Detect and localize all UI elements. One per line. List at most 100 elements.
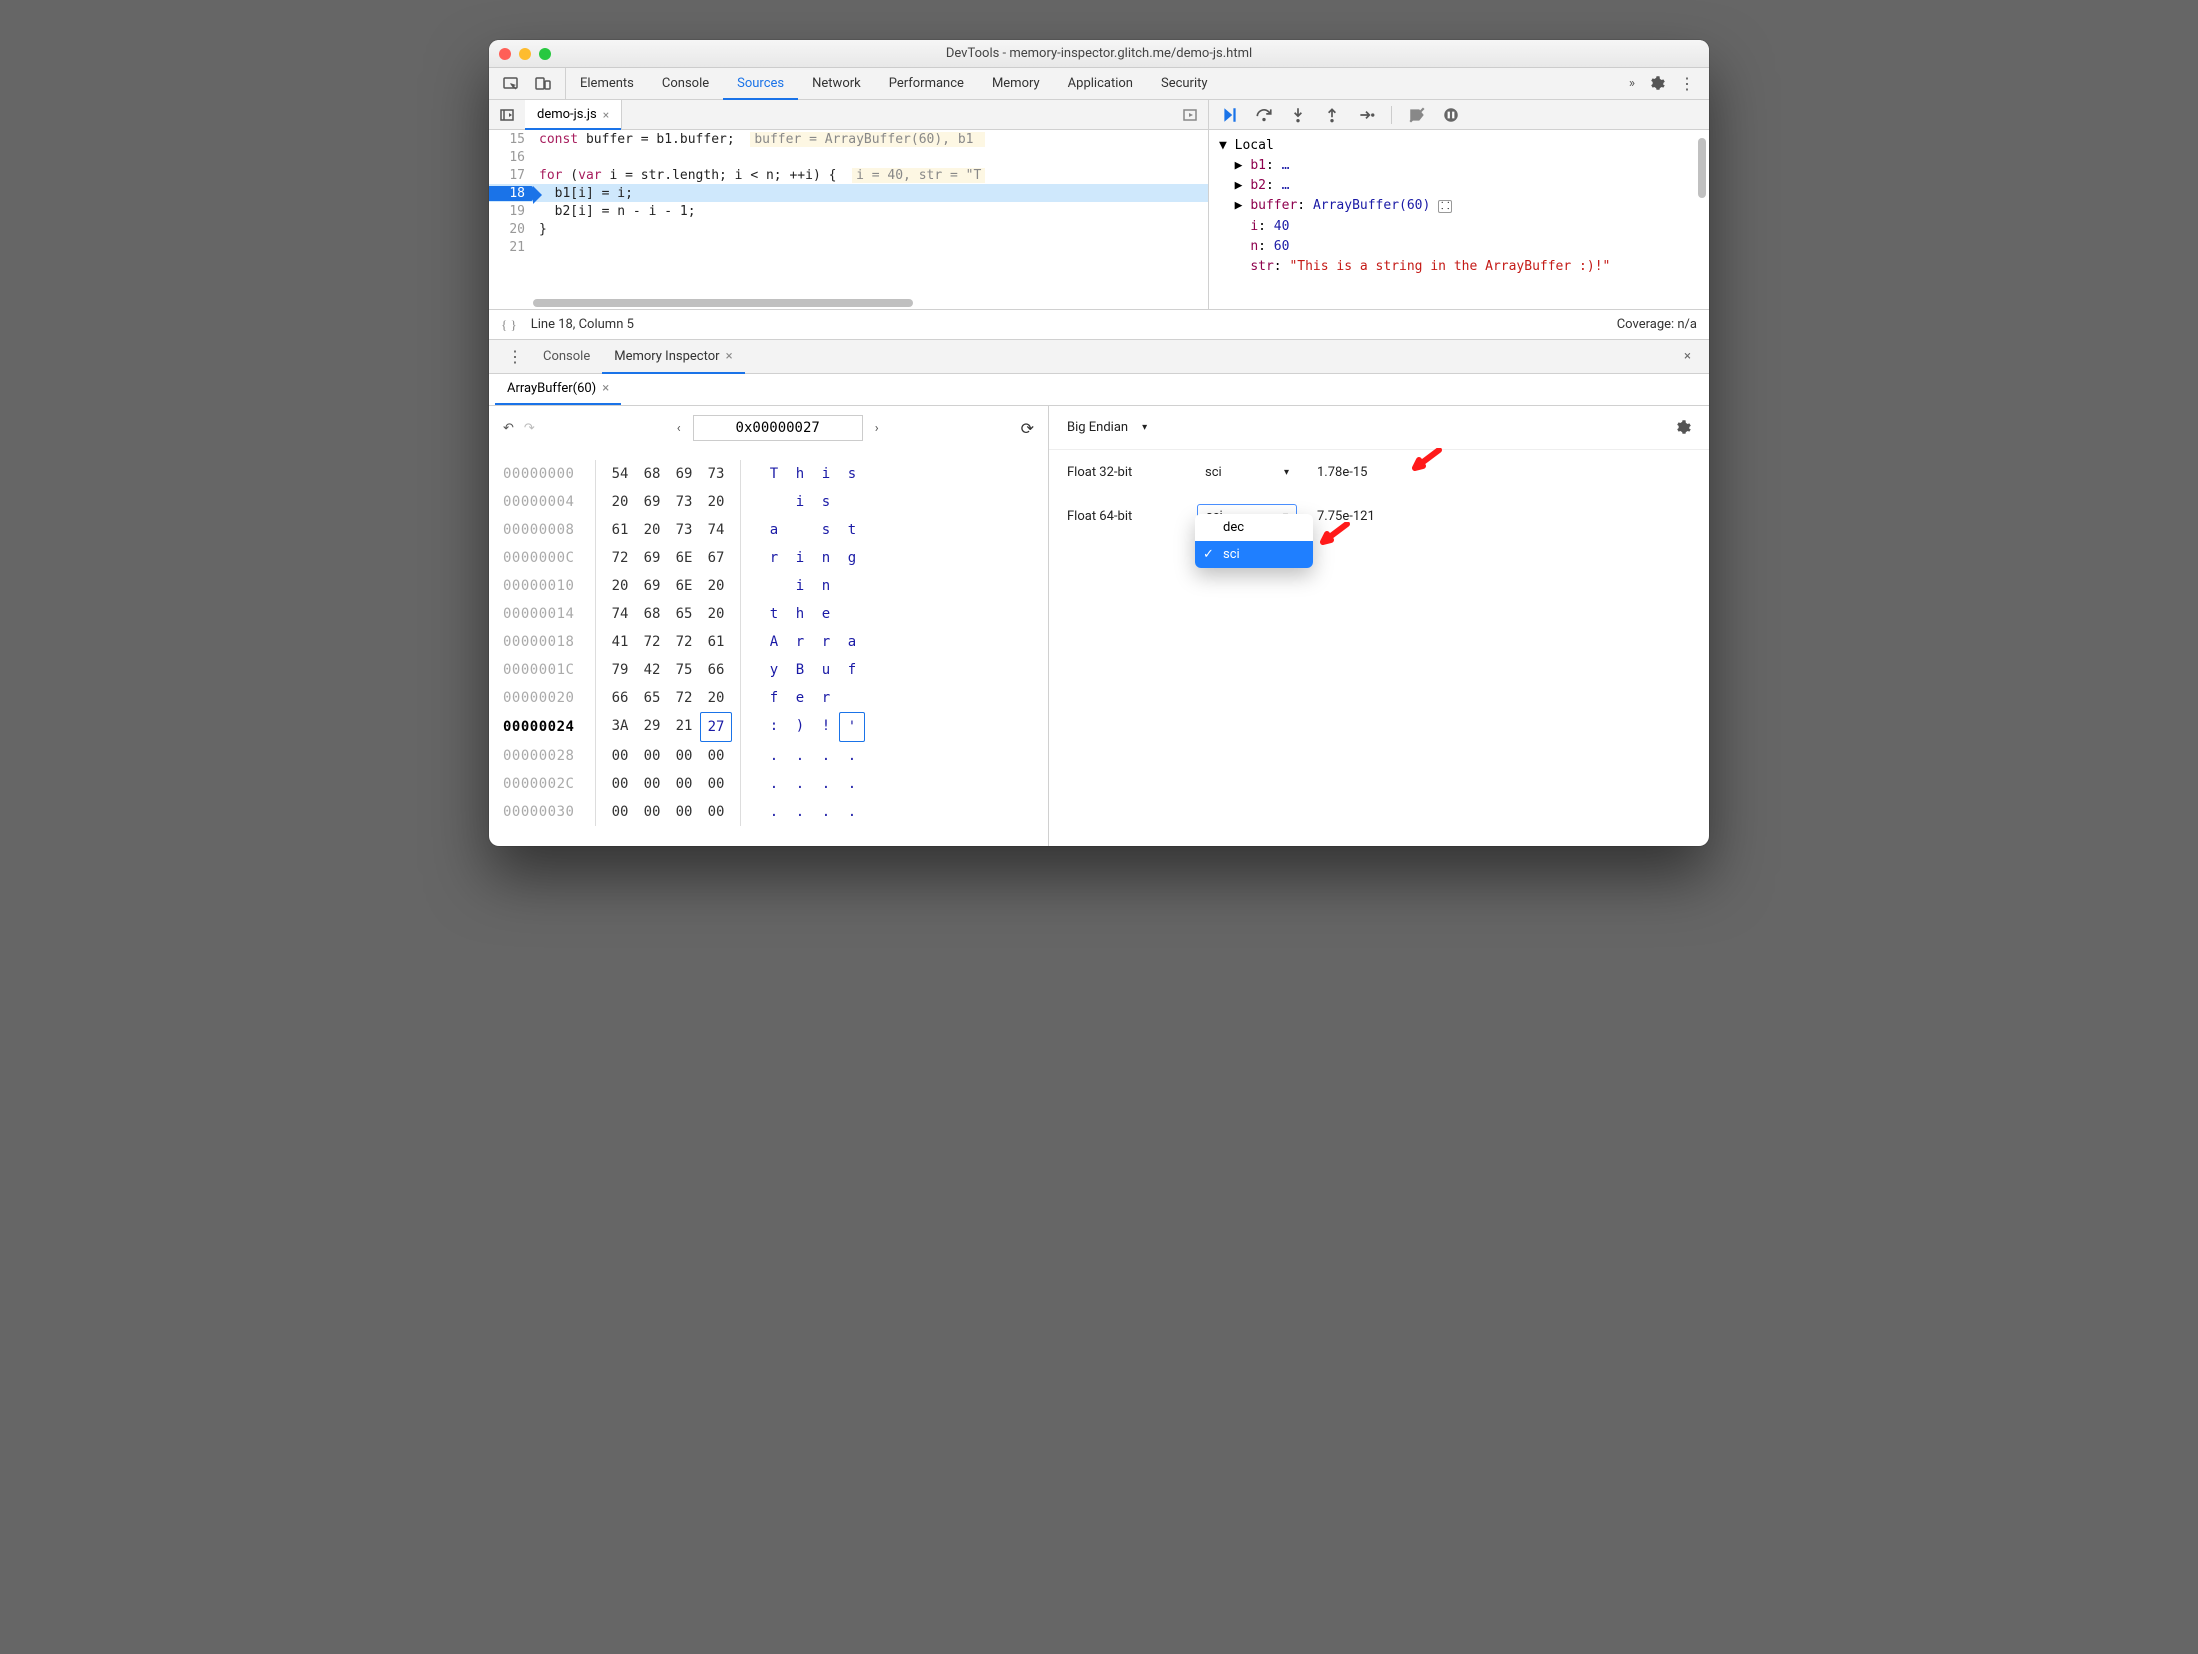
- hex-byte[interactable]: 66: [604, 684, 636, 712]
- hex-byte[interactable]: 00: [700, 742, 732, 770]
- ascii-char[interactable]: [839, 488, 865, 516]
- drawer-menu-icon[interactable]: ⋮: [499, 347, 531, 366]
- drawer-tab-memory-inspector[interactable]: Memory Inspector ×: [602, 340, 744, 373]
- step-into-icon[interactable]: [1289, 106, 1307, 124]
- ascii-char[interactable]: s: [813, 488, 839, 516]
- hex-byte[interactable]: 65: [668, 600, 700, 628]
- ascii-char[interactable]: .: [761, 742, 787, 770]
- code-line[interactable]: 18 b1[i] = i;: [489, 184, 1208, 202]
- hex-byte[interactable]: 54: [604, 460, 636, 488]
- close-icon[interactable]: ×: [726, 349, 733, 364]
- ascii-char[interactable]: r: [787, 628, 813, 656]
- ascii-char[interactable]: n: [813, 572, 839, 600]
- hex-byte[interactable]: 20: [700, 684, 732, 712]
- next-page-icon[interactable]: ›: [863, 414, 891, 442]
- ascii-char[interactable]: e: [813, 600, 839, 628]
- code-line[interactable]: 17for (var i = str.length; i < n; ++i) {…: [489, 166, 1208, 184]
- code-line[interactable]: 21: [489, 238, 1208, 256]
- hex-byte[interactable]: 20: [700, 572, 732, 600]
- ascii-char[interactable]: [761, 572, 787, 600]
- kebab-menu-icon[interactable]: ⋮: [1679, 74, 1695, 93]
- source-file-tab[interactable]: demo-js.js ×: [525, 100, 622, 129]
- step-icon[interactable]: [1357, 106, 1375, 124]
- ascii-char[interactable]: .: [839, 798, 865, 826]
- redo-icon[interactable]: ↷: [524, 421, 535, 436]
- hex-byte[interactable]: 00: [604, 742, 636, 770]
- ascii-char[interactable]: [839, 684, 865, 712]
- hex-byte[interactable]: 61: [604, 516, 636, 544]
- ascii-char[interactable]: s: [813, 516, 839, 544]
- panel-tab-performance[interactable]: Performance: [875, 68, 978, 99]
- hex-byte[interactable]: 73: [668, 488, 700, 516]
- refresh-icon[interactable]: ⟳: [1021, 419, 1034, 438]
- code-line[interactable]: 19 b2[i] = n - i - 1;: [489, 202, 1208, 220]
- hex-byte[interactable]: 42: [636, 656, 668, 684]
- ascii-char[interactable]: s: [839, 460, 865, 488]
- ascii-char[interactable]: B: [787, 656, 813, 684]
- hex-byte[interactable]: 00: [604, 798, 636, 826]
- scope-variable[interactable]: ▶ b2: …: [1219, 176, 1699, 196]
- close-drawer-icon[interactable]: ×: [1676, 349, 1699, 364]
- scope-variable[interactable]: ▶ b1: …: [1219, 156, 1699, 176]
- ascii-char[interactable]: i: [787, 572, 813, 600]
- scope-pane[interactable]: ▼ Local ▶ b1: … ▶ b2: … ▶ buffer: ArrayB…: [1209, 130, 1709, 309]
- panel-tab-memory[interactable]: Memory: [978, 68, 1054, 99]
- hex-byte[interactable]: 68: [636, 460, 668, 488]
- hex-byte[interactable]: 20: [604, 488, 636, 516]
- hex-byte[interactable]: 6E: [668, 544, 700, 572]
- hex-byte[interactable]: 69: [636, 544, 668, 572]
- hex-byte[interactable]: 21: [668, 712, 700, 742]
- hex-byte[interactable]: 74: [700, 516, 732, 544]
- mode-select[interactable]: sci▾: [1197, 460, 1297, 484]
- inspect-icon[interactable]: [503, 76, 519, 92]
- ascii-char[interactable]: :: [761, 712, 787, 742]
- hex-byte[interactable]: 69: [636, 572, 668, 600]
- hex-byte[interactable]: 20: [700, 488, 732, 516]
- ascii-char[interactable]: a: [761, 516, 787, 544]
- ascii-char[interactable]: ': [839, 712, 865, 742]
- resume-icon[interactable]: [1221, 106, 1239, 124]
- panel-tab-network[interactable]: Network: [798, 68, 875, 99]
- panel-tab-console[interactable]: Console: [648, 68, 723, 99]
- pause-exceptions-icon[interactable]: [1442, 106, 1460, 124]
- hex-byte[interactable]: 00: [668, 742, 700, 770]
- ascii-char[interactable]: g: [839, 544, 865, 572]
- undo-icon[interactable]: ↶: [503, 421, 514, 436]
- hex-byte[interactable]: 69: [636, 488, 668, 516]
- hex-byte[interactable]: 72: [668, 628, 700, 656]
- hex-byte[interactable]: 66: [700, 656, 732, 684]
- hex-byte[interactable]: 00: [636, 742, 668, 770]
- panel-tab-elements[interactable]: Elements: [566, 68, 648, 99]
- hex-byte[interactable]: 00: [636, 798, 668, 826]
- hex-byte[interactable]: 00: [700, 798, 732, 826]
- panel-tab-sources[interactable]: Sources: [723, 68, 798, 99]
- ascii-char[interactable]: i: [787, 488, 813, 516]
- mode-option-dec[interactable]: dec: [1195, 514, 1313, 541]
- hex-byte[interactable]: 65: [636, 684, 668, 712]
- ascii-char[interactable]: [839, 572, 865, 600]
- minimize-icon[interactable]: [519, 48, 531, 60]
- ascii-char[interactable]: f: [761, 684, 787, 712]
- scope-variable[interactable]: ▶ buffer: ArrayBuffer(60) ⸬: [1219, 196, 1699, 217]
- drawer-tab-console[interactable]: Console: [531, 340, 602, 373]
- hex-byte[interactable]: 69: [668, 460, 700, 488]
- hex-byte[interactable]: 68: [636, 600, 668, 628]
- ascii-char[interactable]: h: [787, 460, 813, 488]
- code-editor[interactable]: 15const buffer = b1.buffer; buffer = Arr…: [489, 130, 1209, 309]
- more-panels-icon[interactable]: »: [1629, 76, 1635, 91]
- hex-byte[interactable]: 00: [668, 798, 700, 826]
- ascii-char[interactable]: h: [787, 600, 813, 628]
- ascii-char[interactable]: T: [761, 460, 787, 488]
- ascii-char[interactable]: r: [813, 628, 839, 656]
- ascii-char[interactable]: .: [813, 798, 839, 826]
- maximize-icon[interactable]: [539, 48, 551, 60]
- close-icon[interactable]: ×: [602, 381, 609, 396]
- hex-byte[interactable]: 00: [604, 770, 636, 798]
- hex-byte[interactable]: 72: [604, 544, 636, 572]
- hex-byte[interactable]: 6E: [668, 572, 700, 600]
- hex-byte[interactable]: 79: [604, 656, 636, 684]
- ascii-char[interactable]: i: [787, 544, 813, 572]
- vertical-scrollbar[interactable]: [1698, 138, 1706, 198]
- hex-byte[interactable]: 20: [604, 572, 636, 600]
- close-icon[interactable]: ×: [603, 108, 609, 122]
